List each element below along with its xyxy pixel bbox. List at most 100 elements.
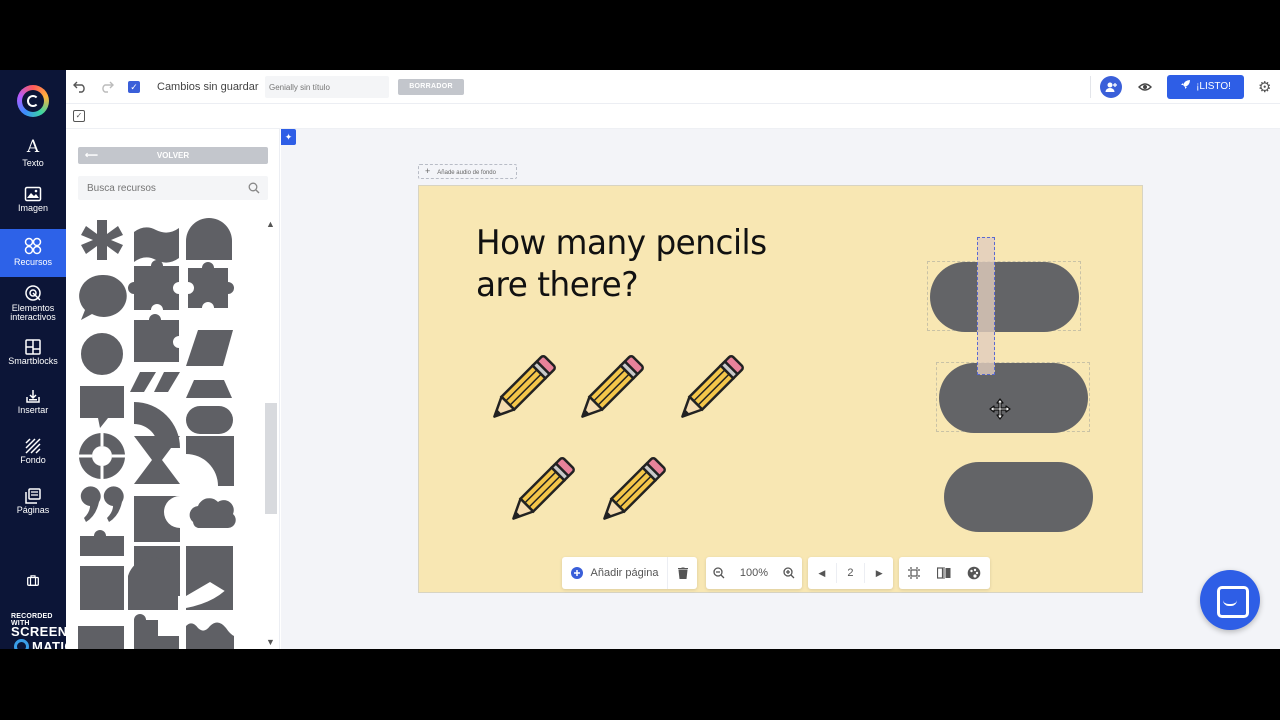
chevron-up-icon[interactable]: ▲ xyxy=(266,219,275,229)
zoom-in-icon[interactable] xyxy=(776,567,802,579)
image-icon xyxy=(24,186,42,202)
shape-puzzle-piece-2[interactable] xyxy=(188,262,234,308)
toolbar-divider xyxy=(1090,76,1091,98)
shape-wavy-edge[interactable] xyxy=(186,622,234,649)
palette-icon[interactable] xyxy=(959,566,989,580)
answer-pill-2[interactable] xyxy=(939,363,1088,433)
pencil-image[interactable] xyxy=(667,346,753,432)
shape-comma-quotes[interactable] xyxy=(80,486,124,522)
save-status: Cambios sin guardar xyxy=(157,81,259,93)
pencil-image[interactable] xyxy=(479,346,565,432)
text-icon: A xyxy=(26,137,40,157)
view-tools xyxy=(899,557,990,589)
insert-icon xyxy=(26,390,40,403)
shape-asterisk[interactable] xyxy=(81,220,123,260)
slide-title[interactable]: How many pencils are there? xyxy=(476,222,767,306)
panel-scrollbar[interactable]: ▲ ▼ xyxy=(264,217,278,649)
search-icon[interactable] xyxy=(248,182,260,194)
pin-panel-icon[interactable]: ✦ xyxy=(281,129,296,145)
checkbox-icon[interactable]: ✓ xyxy=(128,81,140,93)
shape-rounded-rect[interactable] xyxy=(186,406,233,434)
nav-item-texto[interactable]: A Texto xyxy=(0,133,66,181)
nav-item-elementos-interactivos[interactable]: Elementos interactivos xyxy=(0,281,66,333)
add-page-button[interactable]: Añadir página xyxy=(562,567,667,579)
shape-partial[interactable] xyxy=(78,626,124,649)
background-icon xyxy=(25,438,41,454)
add-collaborator-icon[interactable] xyxy=(1100,76,1122,98)
move-cursor-icon xyxy=(989,398,1011,420)
back-button[interactable]: ⟵ VOLVER xyxy=(78,147,268,164)
shape-donut-segments[interactable] xyxy=(79,433,125,479)
pencil-image[interactable] xyxy=(498,448,584,534)
preview-eye-icon[interactable] xyxy=(1138,80,1152,94)
shape-concave-rect[interactable] xyxy=(134,496,180,542)
arrow-left-icon: ⟵ xyxy=(85,150,98,160)
dragged-element[interactable] xyxy=(977,237,995,375)
next-page-icon[interactable]: ▶ xyxy=(865,568,893,579)
shape-hourglass[interactable] xyxy=(134,436,180,484)
shape-quarter-arc[interactable] xyxy=(186,436,234,486)
draft-badge: BORRADOR xyxy=(398,79,464,95)
shape-quote-blocks[interactable] xyxy=(130,372,180,392)
fit-screen-icon[interactable] xyxy=(899,567,929,579)
zoom-controls: 100% xyxy=(706,557,802,589)
shape-parallelogram[interactable] xyxy=(186,330,233,366)
shape-wave-banner[interactable] xyxy=(134,227,179,263)
smartblocks-icon xyxy=(25,339,41,355)
shape-puzzle-piece-3[interactable] xyxy=(134,314,179,362)
genially-logo-icon[interactable] xyxy=(17,85,49,117)
chat-support-icon[interactable] xyxy=(1200,570,1260,630)
secondary-toolbar: ✓ xyxy=(66,104,1280,129)
scrollbar-thumb[interactable] xyxy=(265,403,277,514)
nav-item-insertar[interactable]: Insertar xyxy=(0,385,66,433)
pencil-image[interactable] xyxy=(589,448,675,534)
shape-rounded-top[interactable] xyxy=(186,218,232,260)
nav-item-smartblocks[interactable]: Smartblocks xyxy=(0,336,66,384)
shape-speech-bubble-rect[interactable] xyxy=(80,386,124,428)
shape-puzzle-piece-4[interactable] xyxy=(80,530,124,556)
shape-circle[interactable] xyxy=(79,331,125,377)
nav-item-recursos[interactable]: Recursos xyxy=(0,229,66,277)
slide-canvas[interactable]: How many pencils are there? xyxy=(418,185,1143,593)
settings-gear-icon[interactable]: ⚙ xyxy=(1258,78,1271,96)
publish-button[interactable]: ¡LISTO! xyxy=(1167,75,1244,99)
briefcase-icon[interactable] xyxy=(27,575,39,586)
compare-icon[interactable] xyxy=(929,567,959,579)
answer-pill-3[interactable] xyxy=(944,462,1093,532)
resources-icon xyxy=(24,237,42,255)
shape-speech-bubble-round[interactable] xyxy=(79,274,127,320)
search-input[interactable] xyxy=(78,176,238,200)
resources-panel: ⟵ VOLVER Busca recursos ▲ ▼ xyxy=(66,129,280,649)
left-sidebar: A Texto Imagen Recursos Elementos intera… xyxy=(0,70,104,649)
nav-item-paginas[interactable]: Páginas xyxy=(0,485,66,533)
zoom-out-icon[interactable] xyxy=(706,567,732,579)
add-background-audio-button[interactable]: + Añade audio de fondo xyxy=(418,164,517,179)
shape-puzzle-piece-5[interactable] xyxy=(134,614,179,649)
bottom-toolbar: Añadir página 100% ◀ 2 ▶ xyxy=(281,549,1280,589)
shape-trapezoid[interactable] xyxy=(186,380,232,398)
shape-half-circle-rect[interactable] xyxy=(80,566,124,610)
page-number: 2 xyxy=(847,567,854,579)
nav-item-fondo[interactable]: Fondo xyxy=(0,435,66,483)
redo-icon[interactable] xyxy=(98,78,116,96)
resource-search xyxy=(78,176,268,200)
interactive-icon xyxy=(25,285,41,301)
page-navigation: ◀ 2 ▶ xyxy=(808,557,893,589)
chevron-down-icon[interactable]: ▼ xyxy=(266,637,275,647)
add-page-group: Añadir página xyxy=(562,557,697,589)
trash-icon[interactable] xyxy=(668,567,697,579)
shape-blob-large[interactable] xyxy=(128,557,180,610)
pages-icon xyxy=(25,488,41,504)
pencil-image[interactable] xyxy=(567,346,653,432)
rocket-icon xyxy=(1181,80,1191,89)
clipboard-check-icon[interactable]: ✓ xyxy=(73,110,85,122)
undo-icon[interactable] xyxy=(71,78,89,96)
answer-pill-1[interactable] xyxy=(930,262,1079,332)
genially-title-input[interactable] xyxy=(265,76,389,98)
shape-cloud[interactable] xyxy=(189,498,236,528)
shape-flag[interactable] xyxy=(186,546,233,596)
nav-item-imagen[interactable]: Imagen xyxy=(0,183,66,231)
prev-page-icon[interactable]: ◀ xyxy=(808,568,836,579)
shape-puzzle-piece[interactable] xyxy=(128,260,179,310)
shapes-grid xyxy=(78,218,236,649)
